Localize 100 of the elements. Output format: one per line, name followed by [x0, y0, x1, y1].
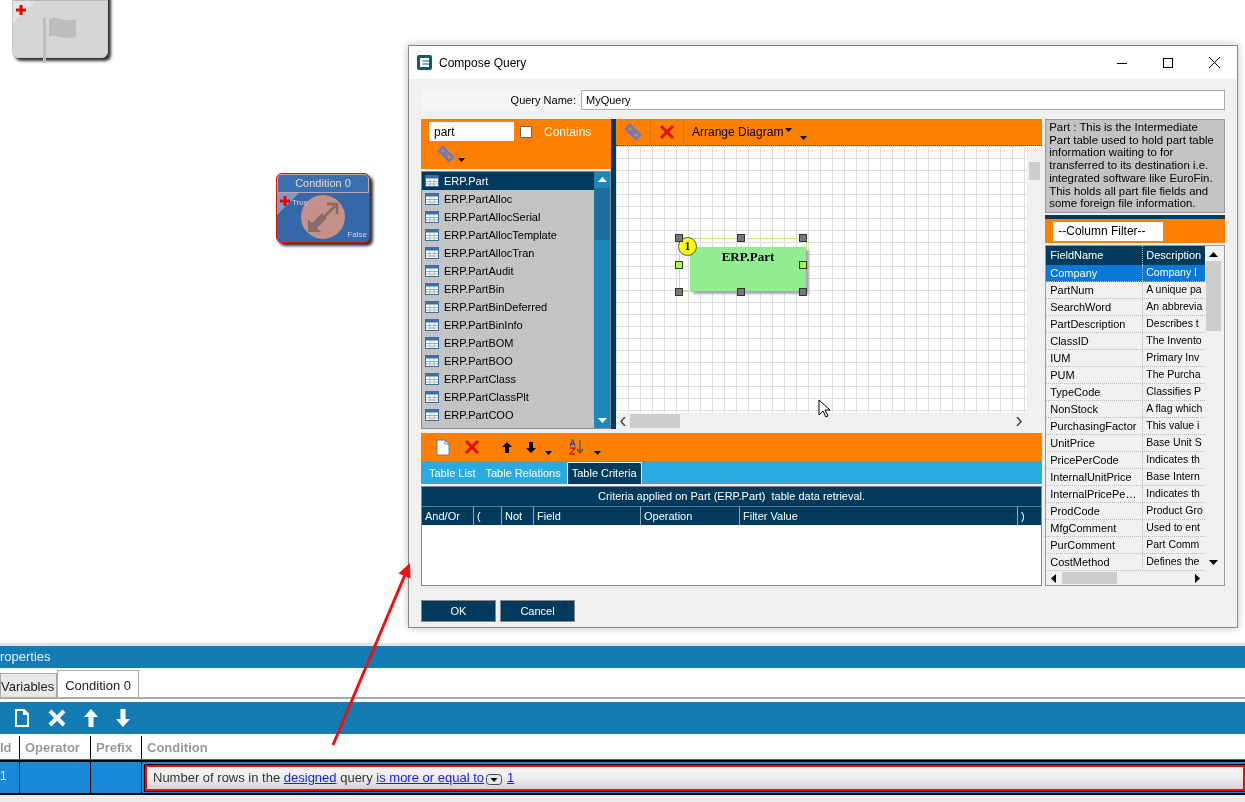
table-name: ERP.PartBinInfo: [444, 317, 523, 333]
tab[interactable]: Table Criteria: [566, 461, 642, 484]
column-header: ): [1020, 509, 1026, 524]
arrange-diagram-menu[interactable]: Arrange Diagram: [684, 118, 801, 146]
resize-handle[interactable]: [799, 234, 807, 242]
condition-text: Number of rows in the designed query is more or equal to 1: [153, 768, 515, 788]
up-arrow-icon: [502, 441, 512, 453]
table-icon: [425, 229, 439, 241]
table-cell-text: Indicates th: [1145, 486, 1201, 501]
table-list-item[interactable]: ERP.PartClassPlt: [422, 388, 594, 406]
table-icon: [425, 391, 439, 403]
scrollbar[interactable]: [1027, 146, 1043, 413]
scrollbar-thumb[interactable]: [1206, 261, 1222, 331]
tab[interactable]: Condition 0: [57, 669, 139, 697]
table-icon: [425, 355, 439, 367]
table-icon: [425, 319, 439, 331]
scrollbar-thumb[interactable]: [1029, 162, 1041, 180]
table-description: Part : This is the Intermediate Part table used to hold part table information waiting to for transferred to its destination i.e. integrated software like EuroFin. This holds all part file fields and some foreign file information.: [1045, 119, 1225, 214]
document-icon: [14, 708, 30, 728]
column-header: Id: [0, 736, 20, 759]
table-icon: [425, 283, 439, 295]
caret-icon[interactable]: [594, 451, 601, 455]
table-cell-text: The Invento: [1145, 333, 1203, 348]
scroll-down-arrow[interactable]: [1209, 560, 1219, 565]
table-cell: UnitPrice: [1046, 435, 1144, 451]
table-list-item[interactable]: ERP.PartBOO: [422, 352, 594, 370]
resize-handle[interactable]: [675, 288, 683, 296]
resize-handle[interactable]: [737, 234, 745, 242]
caret-icon[interactable]: [545, 451, 552, 455]
table-name: ERP.PartClass: [444, 371, 516, 387]
table-list-item[interactable]: ERP.Part: [422, 172, 594, 190]
table-list-item[interactable]: ERP.PartBOM: [422, 334, 594, 352]
dropdown-icon[interactable]: [486, 773, 502, 785]
column-header: Description: [1145, 248, 1203, 263]
chain-icon: [624, 123, 642, 141]
scroll-right-arrow[interactable]: [1195, 573, 1200, 583]
false-label: False: [347, 229, 367, 241]
scroll-left-arrow[interactable]: [1051, 573, 1057, 583]
scrollbar[interactable]: [616, 413, 1043, 429]
table-icon: [425, 265, 439, 277]
plus-icon[interactable]: [16, 5, 26, 15]
column-filter-field[interactable]: --Column Filter--: [1053, 221, 1164, 241]
column-header: Filter Value: [740, 507, 1018, 525]
plus-icon[interactable]: [280, 196, 290, 206]
table-list-item[interactable]: ERP.PartAllocSerial: [422, 208, 594, 226]
table-cell: CostMethod: [1046, 554, 1144, 570]
table-cell: MfgComment: [1046, 520, 1144, 536]
scrollbar[interactable]: [594, 172, 610, 428]
resize-handle[interactable]: [675, 261, 683, 269]
close-icon[interactable]: [1208, 57, 1220, 68]
table-name: ERP.PartBin: [444, 281, 505, 297]
table-cell-text: Base Intern: [1145, 469, 1201, 484]
delete-icon: [659, 124, 675, 140]
field-label: Query Name:: [509, 92, 576, 108]
resize-handle[interactable]: [675, 234, 683, 242]
table-list-item[interactable]: ERP.PartBinDeferred: [422, 298, 594, 316]
resize-handle[interactable]: [799, 261, 807, 269]
condition-link[interactable]: designed: [283, 768, 337, 788]
table-cell: InternalPricePe…: [1046, 486, 1144, 502]
condition-link[interactable]: 1: [507, 768, 515, 788]
condition-row[interactable]: 1 Number of rows in the designed query is more or equal to 1: [0, 760, 1245, 795]
table-cell-text: Company I: [1145, 265, 1198, 280]
table-list-item[interactable]: ERP.PartAlloc: [422, 190, 594, 208]
checkbox[interactable]: [520, 125, 532, 138]
scrollbar-thumb[interactable]: [630, 414, 680, 428]
resize-handle[interactable]: [737, 288, 745, 296]
condition-link[interactable]: is more or equal to: [376, 768, 484, 788]
table-cell: ProdCode: [1046, 503, 1144, 519]
table-name: ERP.PartClassPlt: [444, 389, 529, 405]
tab[interactable]: Variables: [0, 672, 58, 697]
table-cell: PartDescription: [1046, 316, 1144, 332]
maximize-icon[interactable]: [1163, 57, 1173, 68]
table-name: ERP.PartBinDeferred: [444, 299, 548, 315]
table-icon: [425, 409, 439, 421]
dialog-button[interactable]: OK: [421, 600, 496, 622]
query-name-field[interactable]: MyQuery: [581, 90, 1225, 110]
scrollbar-thumb[interactable]: [594, 188, 610, 240]
table-list-item[interactable]: ERP.PartCOO: [422, 406, 594, 424]
down-arrow-icon: [116, 709, 130, 727]
table-list-item[interactable]: ERP.PartClass: [422, 370, 594, 388]
dialog-button[interactable]: Cancel: [500, 600, 575, 622]
column-header: (: [474, 507, 502, 525]
resize-handle[interactable]: [799, 288, 807, 296]
field-row[interactable]: Company Company I: [1046, 265, 1206, 282]
table-list-item[interactable]: ERP.PartAllocTran: [422, 244, 594, 262]
table-name: ERP.Part: [690, 247, 806, 291]
condition-editor[interactable]: Number of rows in the designed query is more or equal to 1: [145, 765, 1245, 791]
scroll-up-arrow[interactable]: [1209, 252, 1219, 257]
checkbox-label: Contains: [544, 123, 592, 141]
table-cell: NonStock: [1046, 401, 1144, 417]
table-list-item[interactable]: ERP.PartBin: [422, 280, 594, 298]
table-list-item[interactable]: ERP.PartBinInfo: [422, 316, 594, 334]
window-title: Compose Query: [439, 54, 527, 72]
condition-node[interactable]: Condition 0 True False: [276, 173, 370, 243]
table-list-item[interactable]: ERP.PartAllocTemplate: [422, 226, 594, 244]
table-cell: PricePerCode: [1046, 452, 1144, 468]
table-list-item[interactable]: ERP.PartAudit: [422, 262, 594, 280]
table-name: ERP.PartBOO: [444, 353, 513, 369]
scrollbar-thumb[interactable]: [1062, 572, 1118, 584]
search-field[interactable]: part: [429, 122, 514, 141]
